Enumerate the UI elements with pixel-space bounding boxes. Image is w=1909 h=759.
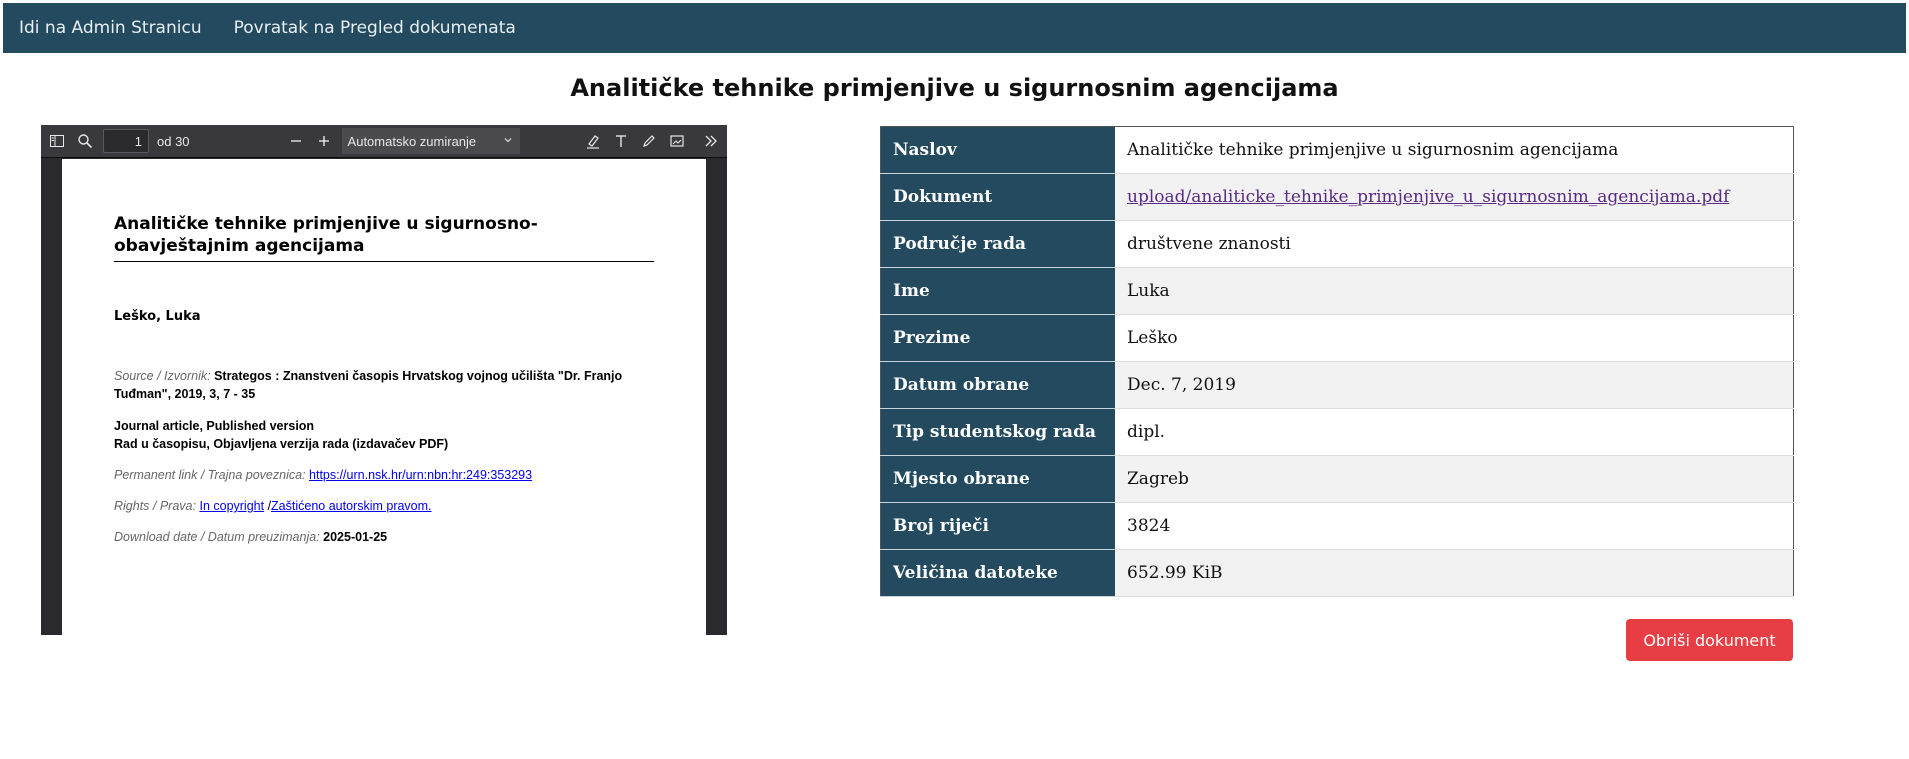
row-key: Mjesto obrane xyxy=(880,455,1115,503)
download-date-label: Download date / Datum preuzimanja: xyxy=(114,530,320,544)
text-tool-icon[interactable] xyxy=(609,129,633,153)
row-value: društvene znanosti xyxy=(1115,220,1794,268)
rights-separator: / xyxy=(264,499,272,513)
annotation-tools xyxy=(577,129,723,153)
row-value: Dec. 7, 2019 xyxy=(1115,361,1794,409)
permalink-link[interactable]: https://urn.nsk.hr/urn:nbn:hr:249:353293 xyxy=(309,468,532,482)
highlight-icon[interactable] xyxy=(581,129,605,153)
back-to-documents-link[interactable]: Povratak na Pregled dokumenata xyxy=(234,18,516,38)
rights-link-zasticeno[interactable]: Zaštićeno autorskim pravom. xyxy=(271,499,431,513)
document-file-link[interactable]: upload/analiticke_tehnike_primjenjive_u_… xyxy=(1127,187,1729,207)
row-value: upload/analiticke_tehnike_primjenjive_u_… xyxy=(1115,173,1794,221)
row-value: Zagreb xyxy=(1115,455,1794,503)
table-row: Datum obrane Dec. 7, 2019 xyxy=(880,361,1794,409)
row-value: Analitičke tehnike primjenjive u sigurno… xyxy=(1115,126,1794,174)
zoom-select[interactable]: Automatsko zumiranje xyxy=(341,128,520,154)
source-label: Source / Izvornik: xyxy=(114,369,211,383)
pdf-page: Analitičke tehnike primjenjive u sigurno… xyxy=(62,159,706,635)
zoom-out-icon[interactable] xyxy=(284,129,308,153)
table-row: Tip studentskog rada dipl. xyxy=(880,408,1794,456)
table-row: Naslov Analitičke tehnike primjenjive u … xyxy=(880,126,1794,174)
tools-menu-icon[interactable] xyxy=(699,129,723,153)
table-row: Prezime Leško xyxy=(880,314,1794,362)
row-value: Leško xyxy=(1115,314,1794,362)
admin-page-link[interactable]: Idi na Admin Stranicu xyxy=(19,18,202,38)
row-key: Veličina datoteke xyxy=(880,549,1115,597)
row-key: Tip studentskog rada xyxy=(880,408,1115,456)
title-divider xyxy=(114,261,654,262)
page-title: Analitičke tehnike primjenjive u sigurno… xyxy=(570,74,1339,102)
row-key: Prezime xyxy=(880,314,1115,362)
zoom-select-value: Automatsko zumiranje xyxy=(347,133,477,149)
row-key: Ime xyxy=(880,267,1115,315)
table-row: Veličina datoteke 652.99 KiB xyxy=(880,549,1794,597)
table-row: Područje rada društvene znanosti xyxy=(880,220,1794,268)
row-key: Broj riječi xyxy=(880,502,1115,550)
permalink-line: Permanent link / Trajna poveznica: https… xyxy=(114,466,654,484)
rights-link-copyright[interactable]: In copyright xyxy=(199,499,264,513)
delete-document-button[interactable]: Obriši dokument xyxy=(1626,619,1793,661)
rights-line: Rights / Prava: In copyright /Zaštićeno … xyxy=(114,497,654,515)
table-row: Broj riječi 3824 xyxy=(880,502,1794,550)
table-row: Ime Luka xyxy=(880,267,1794,315)
row-value: 3824 xyxy=(1115,502,1794,550)
rights-label: Rights / Prava: xyxy=(114,499,196,513)
document-author: Leško, Luka xyxy=(114,309,201,324)
document-metadata-table: Naslov Analitičke tehnike primjenjive u … xyxy=(880,126,1794,597)
add-image-icon[interactable] xyxy=(665,129,689,153)
table-row: Dokument upload/analiticke_tehnike_primj… xyxy=(880,173,1794,221)
row-value: Luka xyxy=(1115,267,1794,315)
permalink-label: Permanent link / Trajna poveznica: xyxy=(114,468,306,482)
draw-pen-icon[interactable] xyxy=(637,129,661,153)
pdf-toolbar: od 30 Automatsko zumiranje xyxy=(41,125,727,158)
type-line-2: Rad u časopisu, Objavljena verzija rada … xyxy=(114,437,449,451)
row-value: dipl. xyxy=(1115,408,1794,456)
type-line-1: Journal article, Published version xyxy=(114,419,315,433)
row-key: Naslov xyxy=(880,126,1115,174)
page-number-input[interactable] xyxy=(103,129,149,153)
row-key: Područje rada xyxy=(880,220,1115,268)
row-value: 652.99 KiB xyxy=(1115,549,1794,597)
chevron-down-icon xyxy=(502,134,514,149)
document-title: Analitičke tehnike primjenjive u sigurno… xyxy=(114,214,538,256)
row-key: Datum obrane xyxy=(880,361,1115,409)
sidebar-toggle-icon[interactable] xyxy=(45,129,69,153)
row-key: Dokument xyxy=(880,173,1115,221)
top-navbar: Idi na Admin Stranicu Povratak na Pregle… xyxy=(3,3,1906,53)
download-date-value: 2025-01-25 xyxy=(323,530,388,544)
table-row: Mjesto obrane Zagreb xyxy=(880,455,1794,503)
download-date-line: Download date / Datum preuzimanja: 2025-… xyxy=(114,528,654,546)
search-icon[interactable] xyxy=(73,129,97,153)
page-count: od 30 xyxy=(157,133,190,149)
pdf-viewer: od 30 Automatsko zumiranje xyxy=(41,125,727,635)
zoom-in-icon[interactable] xyxy=(312,129,336,153)
source-line: Source / Izvornik: Strategos : Znanstven… xyxy=(114,367,654,403)
